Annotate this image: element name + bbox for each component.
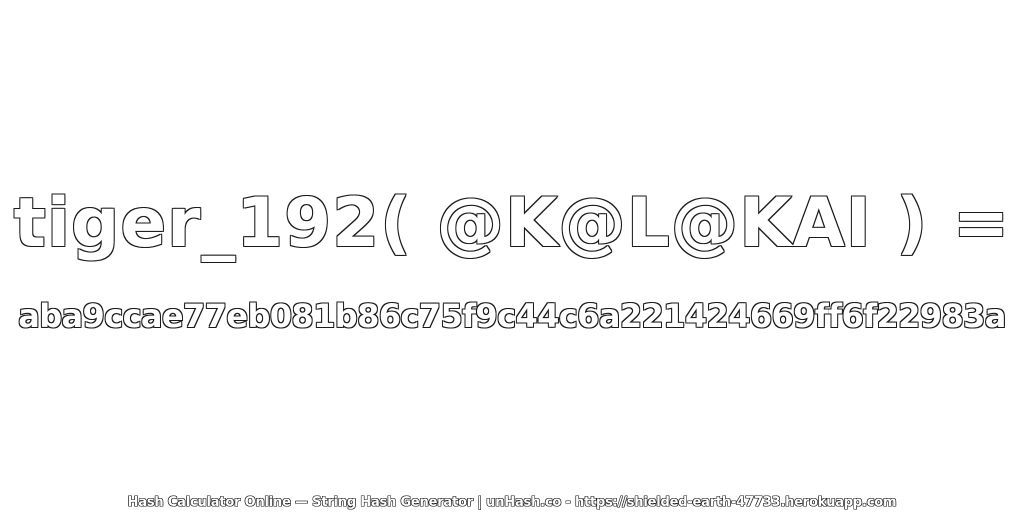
site-footer-credit: Hash Calculator Online — String Hash Gen…: [127, 495, 897, 511]
hash-function-heading: tiger_192( @K@L@KAI ) =: [13, 182, 1011, 263]
hash-result-value: aba9ccae77eb081b86c75f9c44c6a221424669ff…: [17, 296, 1007, 336]
